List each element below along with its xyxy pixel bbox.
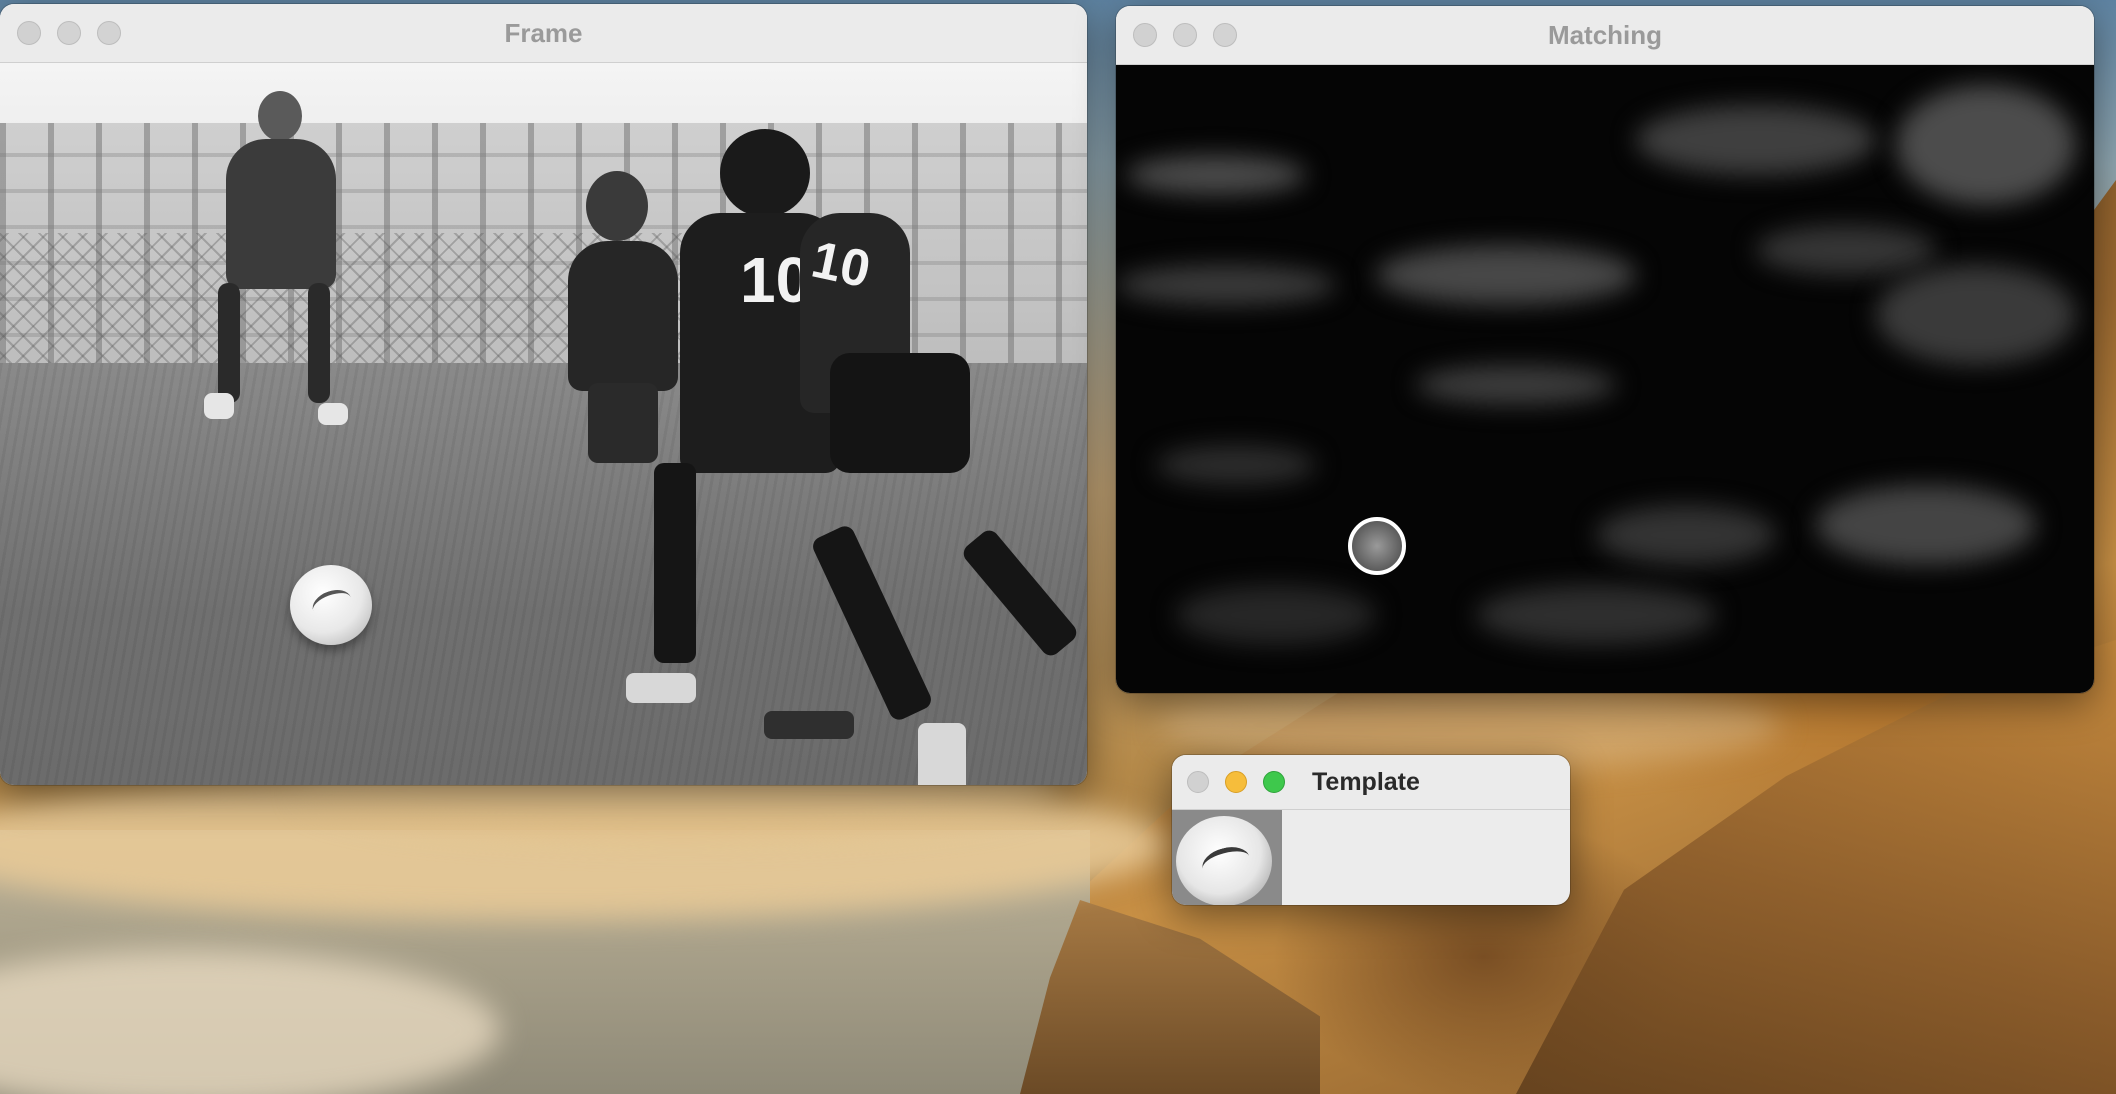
frame-image: 10 10 (0, 63, 1087, 785)
player-head (720, 129, 810, 217)
zoom-button[interactable] (1263, 771, 1285, 793)
matching-heatmap (1116, 65, 2094, 693)
soccer-ball (290, 565, 372, 645)
player-shorts (830, 353, 970, 473)
goalkeeper-head (258, 91, 302, 141)
match-location-marker (1348, 517, 1406, 575)
template-window[interactable]: Template (1172, 755, 1570, 905)
template-content (1172, 810, 1570, 905)
player-small (568, 241, 678, 391)
player-head (586, 171, 648, 241)
heatmap-background (1116, 65, 2094, 693)
cleat (918, 723, 966, 785)
minimize-button[interactable] (1225, 771, 1247, 793)
close-button[interactable] (1187, 771, 1209, 793)
cleat (764, 711, 854, 739)
jersey-number: 10 (806, 230, 876, 300)
template-titlebar[interactable]: Template (1172, 755, 1570, 810)
matching-window[interactable]: Matching (1116, 6, 2094, 693)
frame-titlebar[interactable]: Frame (0, 4, 1087, 63)
frame-window[interactable]: Frame 10 10 (0, 4, 1087, 785)
frame-window-title: Frame (504, 18, 583, 48)
template-image (1172, 810, 1282, 905)
template-window-controls (1187, 755, 1285, 809)
goalkeeper (226, 139, 336, 289)
template-window-title: Template (1312, 768, 1420, 796)
matching-titlebar[interactable]: Matching (1116, 6, 2094, 65)
soccer-scene: 10 10 (0, 63, 1087, 785)
template-ball (1176, 816, 1272, 905)
matching-window-title: Matching (1547, 20, 1663, 50)
cleat (626, 673, 696, 703)
